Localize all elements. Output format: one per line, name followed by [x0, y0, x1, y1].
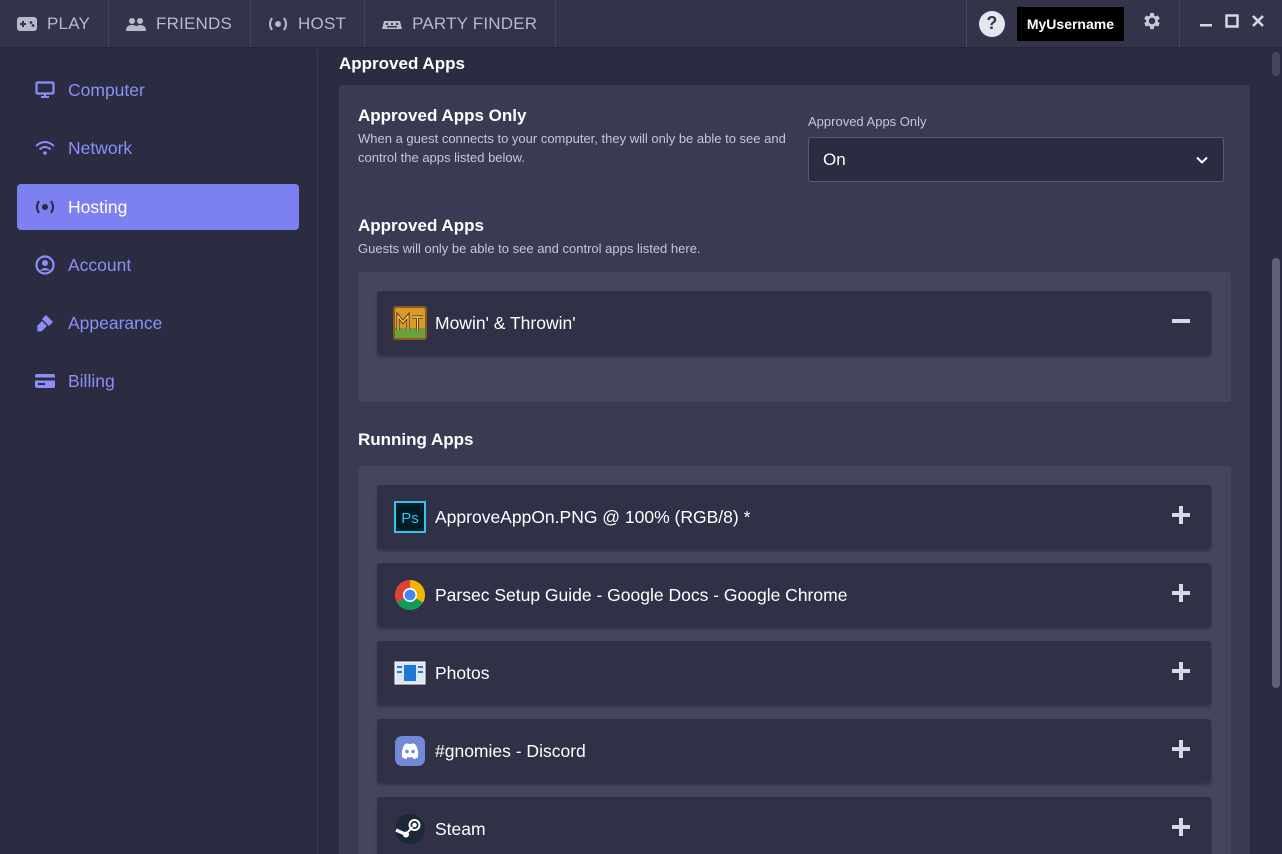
broadcast-icon [34, 196, 56, 218]
discord-icon [393, 734, 427, 768]
help-button[interactable]: ? [978, 10, 1005, 37]
sidebar-item-label: Account [68, 254, 132, 275]
username-badge[interactable]: MyUsername [1016, 6, 1124, 41]
tab-host[interactable]: HOST [251, 0, 366, 47]
tab-party-finder-label: PARTY FINDER [412, 13, 538, 33]
sidebar-item-billing[interactable]: Billing [17, 358, 299, 404]
add-app-button[interactable] [1151, 485, 1211, 549]
approved-only-title: Approved Apps Only [358, 106, 527, 125]
credit-card-icon [34, 370, 56, 392]
plus-icon [1171, 505, 1191, 530]
approved-apps-panel: Approved Apps Only When a guest connects… [339, 85, 1250, 854]
settings-button[interactable] [1124, 0, 1180, 48]
close-button[interactable] [1248, 14, 1268, 34]
svg-text:Ps: Ps [401, 510, 419, 527]
select-value: On [823, 149, 846, 169]
maximize-icon [1225, 14, 1239, 33]
sidebar-item-label: Appearance [68, 312, 163, 333]
approved-only-description: When a guest connects to your computer, … [358, 131, 786, 165]
wifi-icon [34, 137, 56, 159]
gamepad-icon [16, 13, 38, 35]
app-name: Mowin' & Throwin' [435, 312, 576, 333]
scrollbar-thumb[interactable] [1272, 258, 1280, 688]
sidebar-item-network[interactable]: Network [17, 125, 299, 171]
top-bar-spacer [556, 0, 966, 47]
running-apps-list: Ps ApproveAppOn.PNG @ 100% (RGB/8) * Par… [358, 466, 1231, 854]
window-controls [1180, 0, 1282, 48]
app-name: Photos [435, 662, 490, 683]
main-content: Approved Apps Approved Apps Only When a … [319, 49, 1282, 854]
keyboard-icon [381, 13, 403, 35]
sidebar-item-label: Billing [68, 370, 115, 391]
approved-apps-list: Mowin' & Throwin' [358, 272, 1231, 402]
add-app-button[interactable] [1151, 719, 1211, 783]
top-bar: PLAY FRIENDS HOST PARTY FINDER ? MyUsern… [0, 0, 1282, 48]
remove-app-button[interactable] [1151, 291, 1211, 355]
minus-icon [1171, 311, 1191, 336]
minimize-button[interactable] [1196, 14, 1216, 34]
sidebar-item-label: Computer [68, 79, 145, 100]
add-app-button[interactable] [1151, 641, 1211, 705]
brush-icon [34, 312, 56, 334]
steam-icon [393, 812, 427, 846]
approved-only-select[interactable]: On [808, 137, 1224, 182]
list-item: #gnomies - Discord [377, 719, 1211, 783]
approved-apps-description: Guests will only be able to see and cont… [358, 241, 701, 256]
tab-party-finder[interactable]: PARTY FINDER [365, 0, 557, 47]
app-name: ApproveAppOn.PNG @ 100% (RGB/8) * [435, 506, 751, 527]
plus-icon [1171, 817, 1191, 842]
minimize-icon [1199, 14, 1213, 33]
list-item: Ps ApproveAppOn.PNG @ 100% (RGB/8) * [377, 485, 1211, 549]
plus-icon [1171, 661, 1191, 686]
list-item: Mowin' & Throwin' [377, 291, 1211, 355]
tab-friends[interactable]: FRIENDS [109, 0, 252, 47]
maximize-button[interactable] [1222, 14, 1242, 34]
tab-host-label: HOST [298, 13, 347, 33]
running-apps-title: Running Apps [358, 430, 474, 449]
app-name: Steam [435, 818, 486, 839]
page-title: Approved Apps [339, 54, 465, 73]
approved-apps-title: Approved Apps [358, 216, 484, 235]
broadcast-icon [267, 13, 289, 35]
tab-play-label: PLAY [47, 13, 91, 33]
scrollbar-top-cap [1272, 52, 1280, 76]
sidebar-item-label: Hosting [68, 196, 128, 217]
chevron-down-icon [1195, 150, 1209, 170]
sidebar-item-computer[interactable]: Computer [17, 67, 299, 113]
gear-icon [1141, 10, 1163, 37]
sidebar-item-label: Network [68, 137, 133, 158]
app-name: #gnomies - Discord [435, 740, 586, 761]
tab-play[interactable]: PLAY [0, 0, 110, 47]
sidebar-item-appearance[interactable]: Appearance [17, 300, 299, 346]
chrome-icon [393, 578, 427, 612]
approved-only-select-label: Approved Apps Only [808, 114, 927, 129]
plus-icon [1171, 583, 1191, 608]
top-bar-right: ? MyUsername [965, 0, 1282, 48]
photoshop-icon: Ps [393, 500, 427, 534]
list-item: Steam [377, 797, 1211, 854]
close-icon [1251, 14, 1265, 33]
monitor-icon [34, 79, 56, 101]
sidebar: Computer Network Hosting Account Appeara… [0, 49, 318, 854]
mowin-throwin-icon [393, 306, 427, 340]
people-icon [125, 13, 147, 35]
sidebar-item-hosting[interactable]: Hosting [17, 184, 299, 230]
account-icon [34, 254, 56, 276]
plus-icon [1171, 739, 1191, 764]
list-item: Parsec Setup Guide - Google Docs - Googl… [377, 563, 1211, 627]
add-app-button[interactable] [1151, 797, 1211, 854]
tab-friends-label: FRIENDS [156, 13, 233, 33]
add-app-button[interactable] [1151, 563, 1211, 627]
sidebar-item-account[interactable]: Account [17, 242, 299, 288]
app-name: Parsec Setup Guide - Google Docs - Googl… [435, 584, 848, 605]
list-item: Photos [377, 641, 1211, 705]
photos-icon [393, 656, 427, 690]
